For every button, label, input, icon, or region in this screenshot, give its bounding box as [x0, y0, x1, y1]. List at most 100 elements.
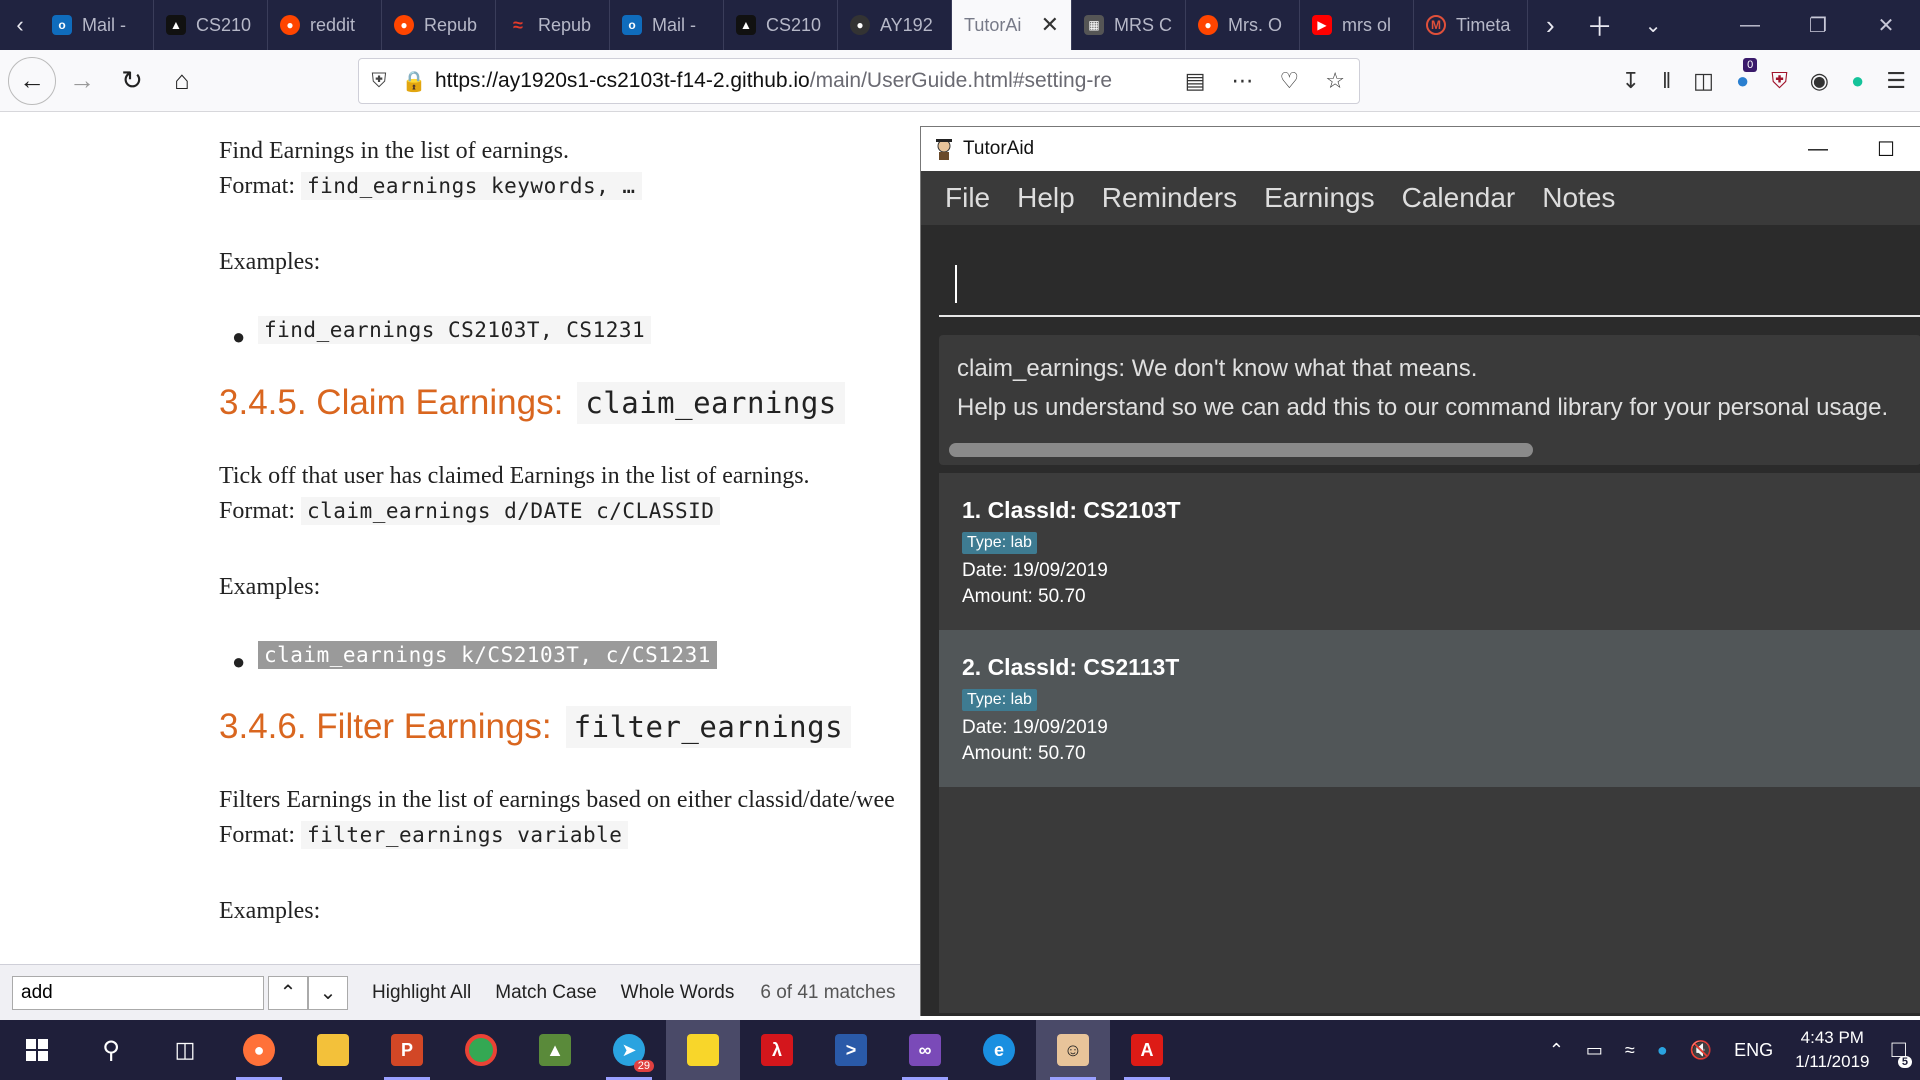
claim-earnings-heading: 3.4.5. Claim Earnings: claim_earnings — [219, 382, 845, 424]
earnings-amount: Amount: 50.70 — [962, 586, 1086, 607]
downloads-icon[interactable]: ↧ — [1622, 68, 1640, 94]
new-tab-icon[interactable]: ＋ — [1587, 7, 1613, 44]
wifi-icon[interactable]: ≈ — [1625, 1040, 1635, 1061]
notifications-icon[interactable]: □ 5 — [1892, 1036, 1912, 1068]
library-icon[interactable]: ‖ — [1662, 68, 1671, 94]
format-label: Format: — [219, 173, 295, 199]
horizontal-scrollbar[interactable] — [949, 443, 1533, 457]
highlight-all-toggle[interactable]: Highlight All — [372, 982, 471, 1004]
extension-ghost-icon[interactable]: ● 0 — [1736, 58, 1758, 94]
claim-earnings-description: Tick off that user has claimed Earnings … — [219, 463, 810, 489]
tab-timetable[interactable]: M Timeta — [1414, 0, 1528, 50]
url-bar[interactable]: ⛨ 🔒 https://ay1920s1-cs2103t-f14-2.githu… — [358, 58, 1360, 104]
tab-mail-2[interactable]: o Mail - — [610, 0, 724, 50]
menu-notes[interactable]: Notes — [1542, 182, 1615, 214]
taskbar-powershell[interactable]: > — [814, 1020, 888, 1080]
acrobat-icon: λ — [761, 1034, 793, 1066]
minimize-icon[interactable]: — — [1716, 0, 1784, 50]
close-window-icon[interactable]: ✕ — [1852, 0, 1920, 50]
find-next-icon[interactable]: ⌄ — [308, 975, 348, 1010]
menu-help[interactable]: Help — [1017, 182, 1075, 214]
tab-tutoraid[interactable]: TutorAi ✕ — [952, 0, 1072, 50]
filter-earnings-description: Filters Earnings in the list of earnings… — [219, 787, 895, 813]
find-previous-icon[interactable]: ⌃ — [268, 975, 308, 1010]
taskbar-file-explorer[interactable] — [296, 1020, 370, 1080]
back-arrow-icon[interactable]: ← — [8, 56, 56, 105]
menu-icon[interactable]: ☰ — [1886, 68, 1906, 94]
lock-icon[interactable]: 🔒 — [399, 69, 429, 94]
home-icon[interactable]: ⌂ — [158, 57, 206, 105]
tab-mrs-o[interactable]: ● Mrs. O — [1186, 0, 1300, 50]
battery-icon[interactable]: ▭ — [1586, 1040, 1603, 1061]
taskbar-edge[interactable]: e — [962, 1020, 1036, 1080]
tab-mrs-c[interactable]: ▦ MRS C — [1072, 0, 1186, 50]
tab-repub-1[interactable]: ● Repub — [382, 0, 496, 50]
start-button[interactable] — [0, 1020, 74, 1080]
match-case-toggle[interactable]: Match Case — [495, 982, 596, 1004]
restore-icon[interactable]: ❐ — [1784, 0, 1852, 50]
telegram-tray-icon[interactable]: ● — [1657, 1040, 1668, 1061]
earnings-card[interactable]: 1. ClassId: CS2103T Type: lab Date: 19/0… — [939, 473, 1920, 630]
taskbar-acrobat[interactable]: λ — [740, 1020, 814, 1080]
whole-words-toggle[interactable]: Whole Words — [621, 982, 735, 1004]
windows-taskbar: ⚲ ◫ ● P ▲ ➤ 29 λ > ∞ e ☺ A ⌃ ▭ ≈ ● 🔇 ENG … — [0, 1020, 1920, 1080]
url-text[interactable]: https://ay1920s1-cs2103t-f14-2.github.io… — [429, 69, 1185, 93]
tab-github[interactable]: ● AY192 — [838, 0, 952, 50]
tab-cs2103-1[interactable]: ▲ CS210 — [154, 0, 268, 50]
close-icon[interactable]: ✕ — [1041, 12, 1059, 38]
app-minimize-icon[interactable]: — — [1784, 127, 1852, 171]
pocket-icon[interactable]: ♡ — [1280, 68, 1300, 94]
page-actions-icon[interactable]: ⋯ — [1232, 68, 1254, 94]
taskbar-firefox[interactable]: ● — [222, 1020, 296, 1080]
visual-studio-icon: ∞ — [909, 1034, 941, 1066]
taskbar-visual-studio[interactable]: ∞ — [888, 1020, 962, 1080]
menu-calendar[interactable]: Calendar — [1402, 182, 1516, 214]
tracking-shield-icon[interactable]: ⛨ — [359, 70, 399, 93]
menu-earnings[interactable]: Earnings — [1264, 182, 1375, 214]
clock[interactable]: 4:43 PM 1/11/2019 — [1795, 1026, 1869, 1074]
reload-icon[interactable]: ↻ — [108, 57, 156, 105]
tab-scroll-right-icon[interactable]: › — [1546, 10, 1555, 41]
grammarly-icon[interactable]: ● — [1851, 68, 1864, 94]
sidebar-icon[interactable]: ◫ — [1693, 68, 1714, 94]
taskbar-telegram[interactable]: ➤ 29 — [592, 1020, 666, 1080]
reader-view-icon[interactable]: ▤ — [1185, 68, 1206, 94]
task-view-button[interactable]: ◫ — [148, 1020, 222, 1080]
news-icon: ▦ — [1084, 15, 1104, 35]
tab-repub-2[interactable]: ≈ Repub — [496, 0, 610, 50]
taskbar-powerpoint[interactable]: P — [370, 1020, 444, 1080]
ublock-icon[interactable]: ⛨ — [1771, 68, 1788, 94]
earnings-card[interactable]: 2. ClassId: CS2113T Type: lab Date: 19/0… — [939, 630, 1920, 787]
list-all-tabs-icon[interactable]: ⌄ — [1645, 13, 1662, 38]
powerpoint-icon: P — [391, 1034, 423, 1066]
forward-arrow-icon[interactable]: → — [58, 57, 106, 105]
bookmark-star-icon[interactable]: ☆ — [1325, 68, 1345, 94]
volume-muted-icon[interactable]: 🔇 — [1690, 1040, 1712, 1061]
taskbar-image-app[interactable]: ▲ — [518, 1020, 592, 1080]
telegram-unread-badge: 29 — [633, 1060, 654, 1072]
show-hidden-icons-icon[interactable]: ⌃ — [1549, 1040, 1564, 1061]
tutoraid-icon: ☺ — [1057, 1034, 1089, 1066]
taskbar-chrome[interactable] — [444, 1020, 518, 1080]
search-button[interactable]: ⚲ — [74, 1020, 148, 1080]
edge-icon: e — [983, 1034, 1015, 1066]
menu-file[interactable]: File — [945, 182, 990, 214]
tab-cs2103-2[interactable]: ▲ CS210 — [724, 0, 838, 50]
tab-scroll-left-icon[interactable]: ‹ — [0, 0, 40, 50]
taskbar-tutoraid[interactable]: ☺ — [1036, 1020, 1110, 1080]
examples-label: Examples: — [219, 574, 321, 600]
find-input[interactable] — [12, 975, 264, 1010]
tab-reddit[interactable]: ● reddit — [268, 0, 382, 50]
menu-reminders[interactable]: Reminders — [1102, 182, 1237, 214]
taskbar-angular[interactable]: A — [1110, 1020, 1184, 1080]
extension-circle-icon[interactable]: ◉ — [1810, 68, 1829, 94]
filter-earnings-format-code: filter_earnings variable — [301, 821, 629, 849]
taskbar-sticky-notes[interactable] — [666, 1020, 740, 1080]
outlook-icon: o — [52, 15, 72, 35]
tab-youtube[interactable]: ▶ mrs ol — [1300, 0, 1414, 50]
command-input[interactable] — [939, 247, 1920, 317]
tab-label: Mail - — [652, 14, 696, 35]
tab-mail-1[interactable]: o Mail - — [40, 0, 154, 50]
app-maximize-icon[interactable]: ☐ — [1852, 127, 1920, 171]
language-indicator[interactable]: ENG — [1734, 1040, 1773, 1061]
